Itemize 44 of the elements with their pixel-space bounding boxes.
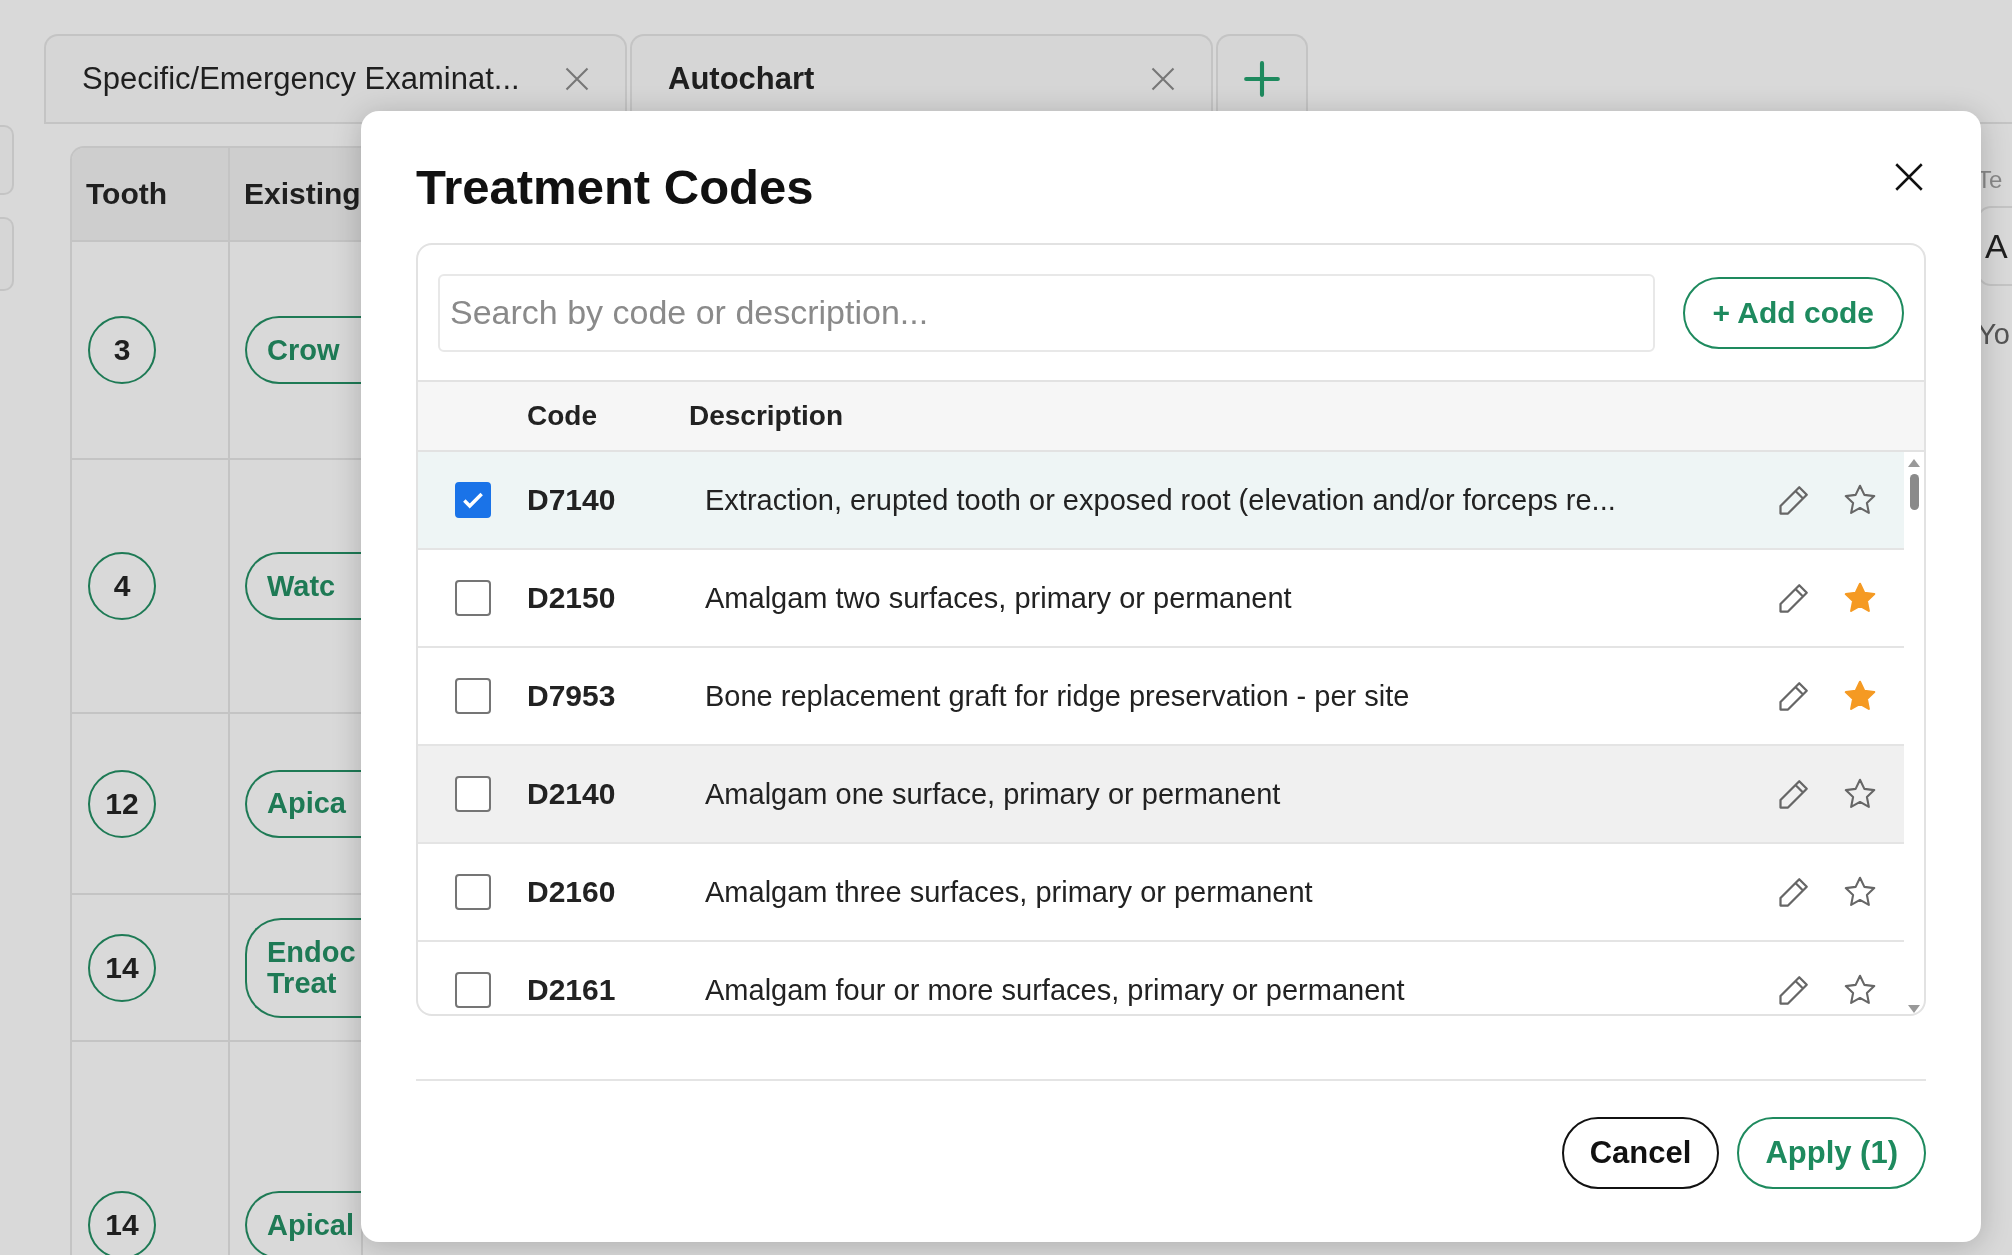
text: Yo: [1977, 318, 2011, 351]
code-text: D7140: [527, 483, 617, 517]
scroll-up-icon[interactable]: [1907, 458, 1921, 468]
column-header: Existing: [230, 148, 363, 242]
code-text: D7953: [527, 679, 617, 713]
dialog-title: Treatment Codes: [416, 159, 814, 215]
apply-button[interactable]: Apply (1): [1737, 1117, 1926, 1189]
checkbox[interactable]: [455, 678, 491, 714]
search-field[interactable]: Search by code or description...: [438, 273, 1655, 352]
plus-icon: [1243, 60, 1281, 98]
code-row[interactable]: D2140 Amalgam one surface, primary or permanent: [418, 746, 1904, 844]
tooth-number: 3: [88, 316, 156, 384]
cancel-button[interactable]: Cancel: [1561, 1117, 1720, 1189]
description-text: Amalgam one surface, primary or permanent: [705, 777, 1282, 811]
description-text: Amalgam three surfaces, primary or permanent: [705, 875, 1314, 909]
checkbox[interactable]: [455, 482, 491, 518]
column-header: Code: [527, 400, 598, 432]
tab[interactable]: Specific/Emergency Examinat...: [44, 34, 627, 122]
scroll-down-icon[interactable]: [1907, 1004, 1921, 1014]
code-text: D2150: [527, 581, 617, 615]
code-row[interactable]: D7140 Extraction, erupted tooth or exposed root (elevation and/or forceps re...: [418, 452, 1904, 550]
add-code-button[interactable]: + Add code: [1682, 276, 1904, 349]
column-header: Description: [689, 400, 844, 432]
code-text: D2161: [527, 973, 617, 1007]
tooth-number: 4: [88, 552, 156, 620]
description-text: Amalgam four or more surfaces, primary or permanent: [705, 973, 1406, 1007]
description-text: Amalgam two surfaces, primary or permanent: [705, 581, 1293, 615]
scroll-thumb[interactable]: [1909, 474, 1919, 510]
checkbox[interactable]: [455, 776, 491, 812]
description-text: Extraction, erupted tooth or exposed root (elevation and/or forceps re...: [705, 483, 1617, 517]
code-text: D2160: [527, 875, 617, 909]
code-text: D2140: [527, 777, 617, 811]
column-header: Tooth: [72, 148, 230, 242]
checkbox[interactable]: [455, 580, 491, 616]
code-row[interactable]: D2161 Amalgam four or more surfaces, primary or permanent: [418, 942, 1904, 1014]
checkbox[interactable]: [455, 874, 491, 910]
tooth-number: 14: [88, 933, 156, 1002]
description-text: Bone replacement graft for ridge preservation - per site: [705, 679, 1411, 713]
checkbox[interactable]: [455, 972, 491, 1008]
code-row[interactable]: D2150 Amalgam two surfaces, primary or permanent: [418, 550, 1904, 648]
tooth-number: 14: [88, 1191, 156, 1255]
code-row[interactable]: D2160 Amalgam three surfaces, primary or permanent: [418, 844, 1904, 942]
tooth-number: 12: [88, 769, 156, 838]
field-label: Te: [1977, 166, 2004, 194]
